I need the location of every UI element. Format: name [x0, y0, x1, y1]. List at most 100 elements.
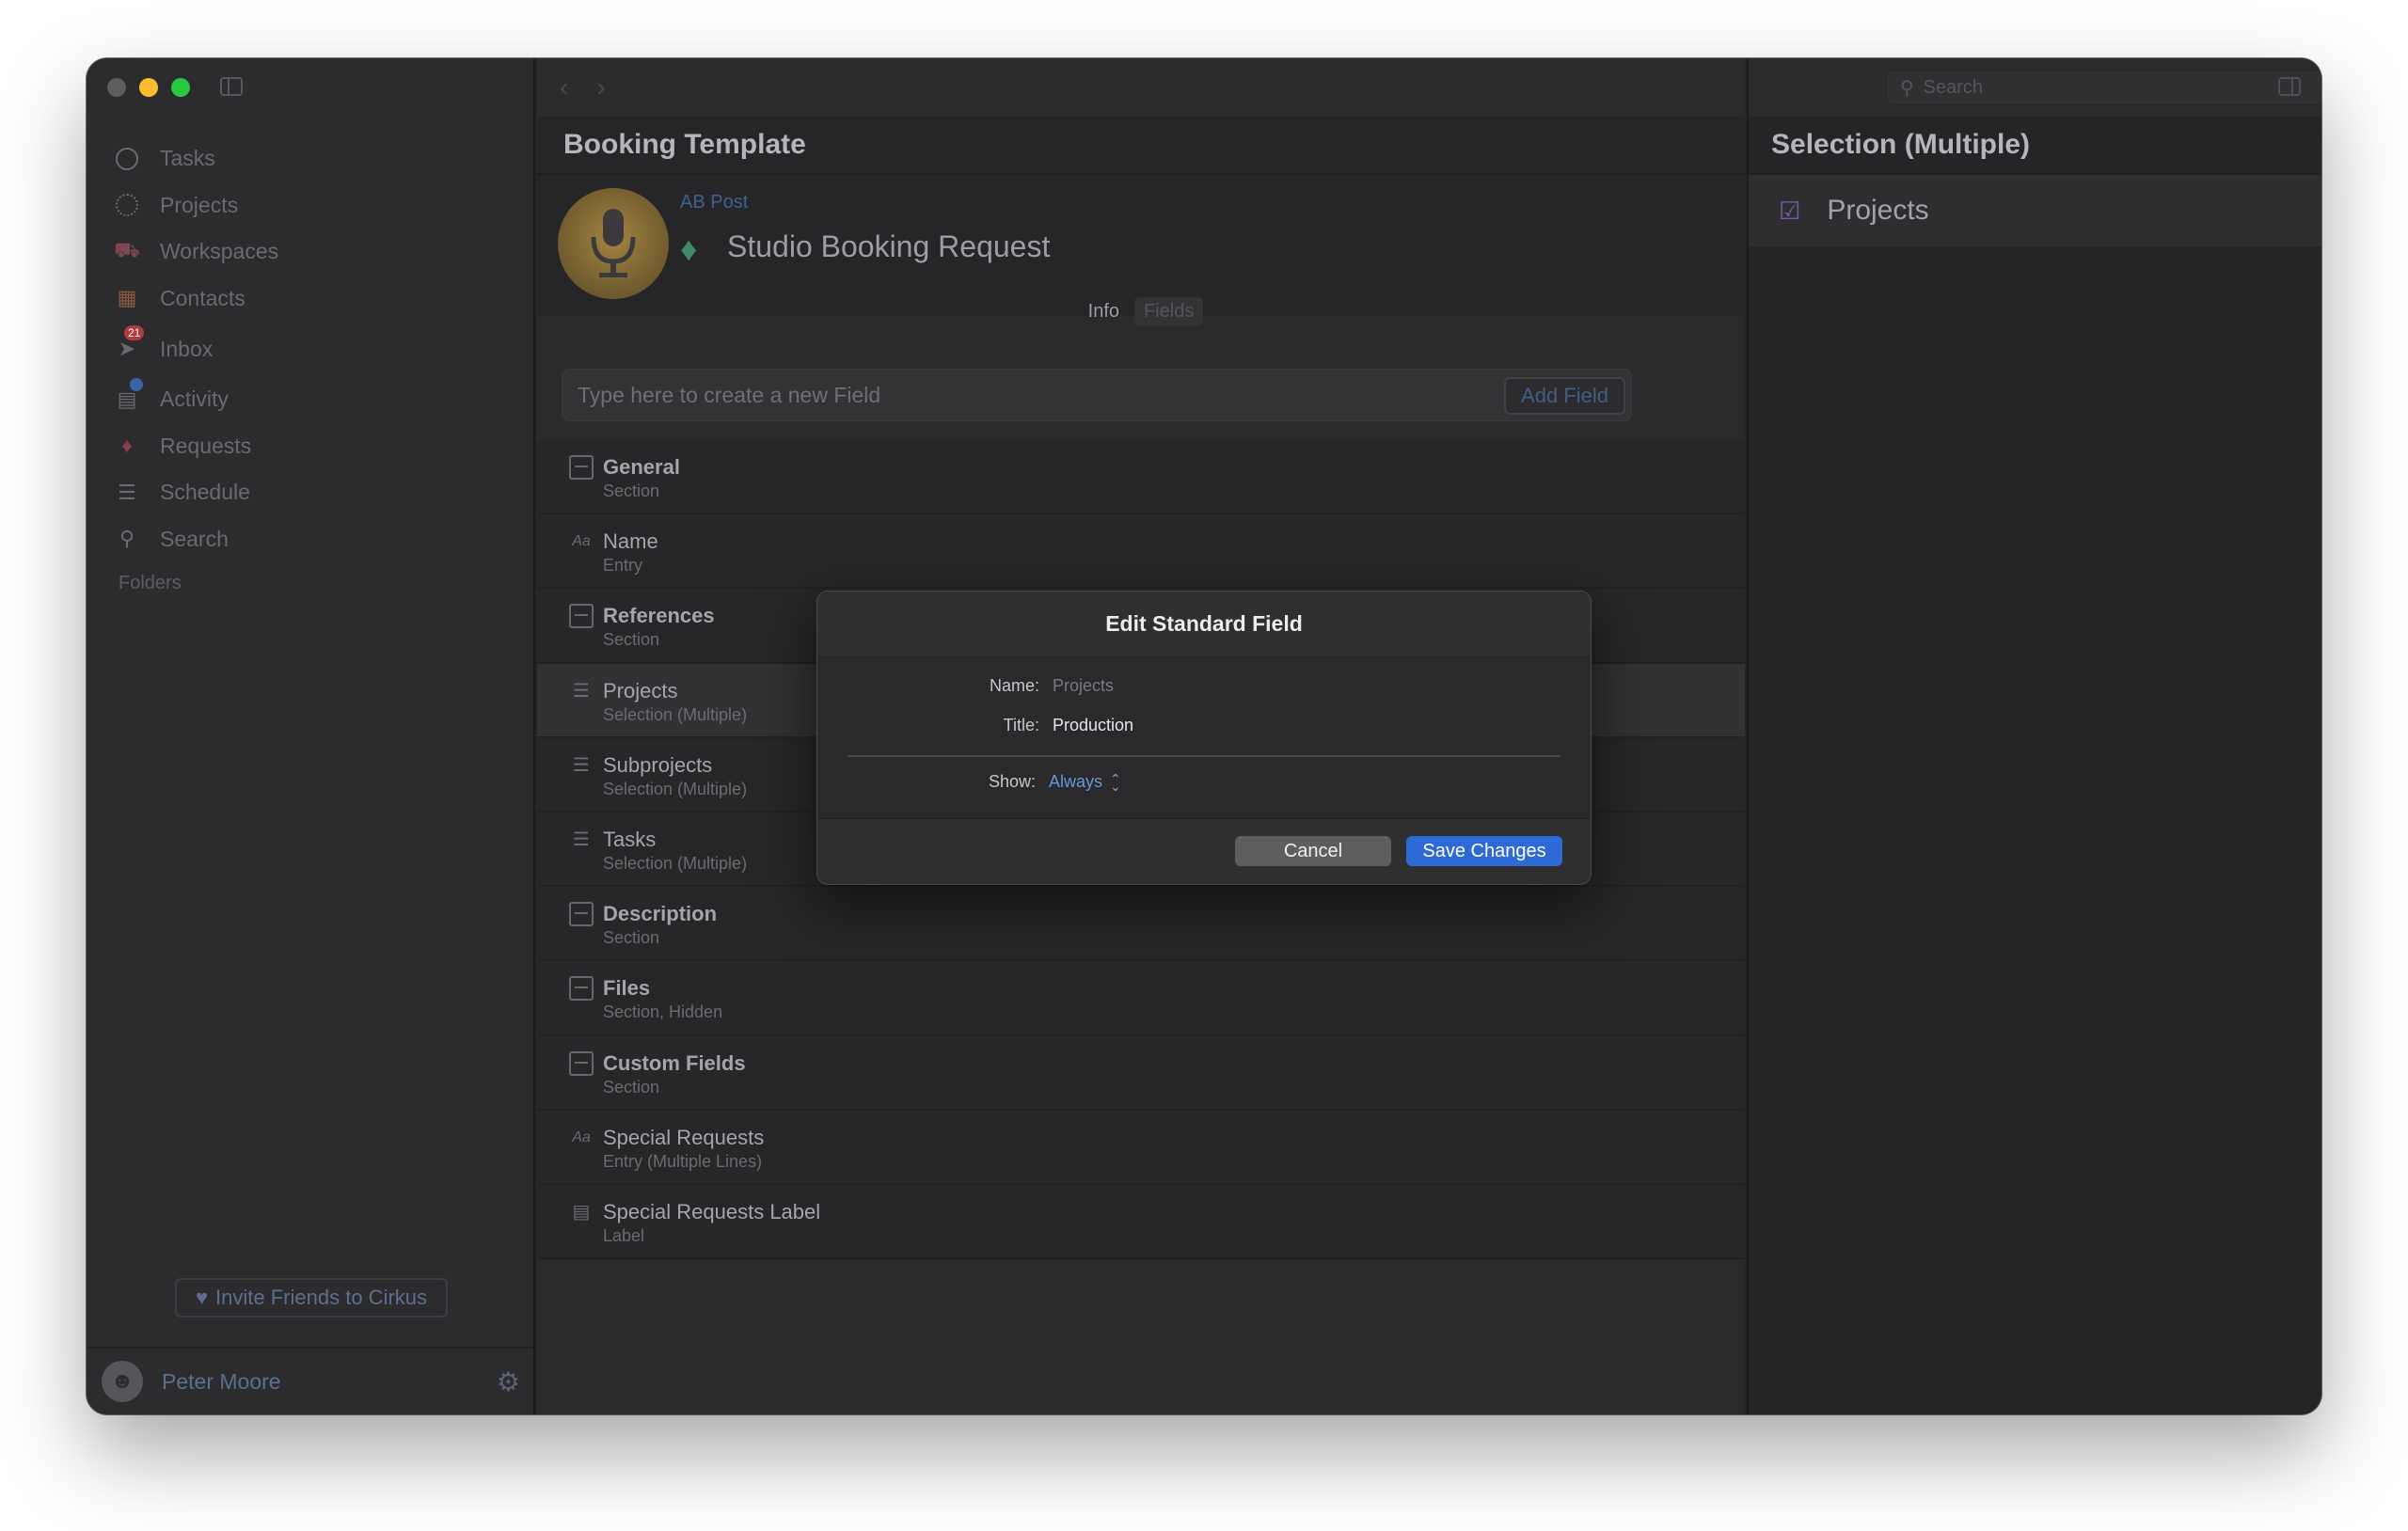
field-name: Special Requests Label — [603, 1199, 821, 1223]
field-name: General — [603, 455, 680, 479]
field-name: Files — [603, 976, 651, 1001]
requests-icon: ♦ — [121, 434, 133, 458]
dotted-circle-icon — [115, 193, 139, 217]
inbox-icon: ➤ 21 — [115, 325, 145, 361]
sliders-icon[interactable]: ⚙ — [497, 1366, 520, 1397]
field-type: Selection (Multiple) — [603, 704, 748, 724]
tab-switcher: Info Fields — [537, 297, 1745, 326]
forward-icon[interactable]: › — [596, 72, 605, 103]
new-field-input[interactable] — [562, 370, 1631, 420]
field-type: Section, Hidden — [603, 1002, 723, 1022]
inspector-item-label: Projects — [1827, 195, 1929, 226]
sidebar: Tasks Projects ⛟ Workspaces ▦ Contacts ➤… — [87, 58, 535, 1414]
field-type: Section — [603, 630, 660, 650]
field-row[interactable]: General Section — [537, 440, 1745, 515]
sidebar-item-requests[interactable]: ♦ Requests — [87, 423, 533, 470]
sidebar-item-schedule[interactable]: ☰ Schedule — [87, 469, 533, 516]
sidebar-item-projects[interactable]: Projects — [87, 182, 533, 229]
sidebar-item-label: Activity — [160, 387, 229, 412]
title-input[interactable] — [1053, 716, 1410, 735]
user-name[interactable]: Peter Moore — [162, 1369, 281, 1395]
checklist-icon: ☰ — [573, 755, 590, 777]
section-icon — [569, 1050, 594, 1076]
minimize-window-button[interactable] — [139, 78, 158, 97]
name-value: Projects — [1053, 676, 1115, 695]
new-field-bar: Add Field — [562, 369, 1632, 421]
sidebar-item-label: Schedule — [160, 480, 250, 505]
section-icon — [569, 455, 594, 480]
sidebar-item-label: Tasks — [160, 146, 215, 171]
maximize-window-button[interactable] — [171, 78, 190, 97]
field-row[interactable]: Aa Name Entry — [537, 514, 1745, 590]
checklist-icon: ☰ — [573, 829, 590, 851]
dialog-form: Name: Projects Title: Show: Always ⌃⌄ — [817, 657, 1591, 819]
inbox-badge: 21 — [124, 325, 145, 340]
tab-info[interactable]: Info — [1079, 297, 1129, 326]
inspector-toggle-icon[interactable] — [2278, 77, 2301, 96]
sidebar-item-workspaces[interactable]: ⛟ Workspaces — [87, 229, 533, 276]
search-icon: ⚲ — [1900, 77, 1914, 99]
sidebar-item-tasks[interactable]: Tasks — [87, 135, 533, 182]
invite-label: Invite Friends to Cirkus — [215, 1286, 428, 1309]
field-name: Name — [603, 529, 658, 554]
tab-fields[interactable]: Fields — [1134, 297, 1204, 326]
title-row: Title: — [817, 716, 1410, 735]
text-entry-icon: Aa — [572, 1129, 591, 1145]
field-type: Section — [603, 928, 660, 948]
field-row[interactable]: Description Section — [537, 887, 1745, 962]
sidebar-item-search[interactable]: ⚲ Search — [87, 516, 533, 563]
field-name: Subprojects — [603, 752, 713, 777]
field-type: Section — [603, 481, 660, 500]
text-entry-icon: Aa — [572, 533, 591, 550]
checklist-icon: ☑ — [1779, 196, 1801, 225]
template-header: AB Post ♦ Studio Booking Request Info Fi… — [537, 175, 1745, 326]
requests-icon: ♦ — [680, 229, 698, 268]
search-placeholder: Search — [1923, 76, 1984, 98]
show-popup[interactable]: Always ⌃ ⌄ — [1049, 770, 1121, 794]
toolbar: ‹ › — [537, 58, 1745, 117]
contacts-icon: ▦ — [117, 286, 137, 310]
field-row[interactable]: Custom Fields Section — [537, 1035, 1745, 1111]
field-row[interactable]: Aa Special Requests Entry (Multiple Lines) — [537, 1110, 1745, 1185]
sidebar-nav: Tasks Projects ⛟ Workspaces ▦ Contacts ➤… — [87, 135, 533, 604]
sidebar-item-label: Inbox — [160, 336, 214, 361]
cancel-button[interactable]: Cancel — [1235, 836, 1391, 866]
heart-icon: ♥ — [195, 1286, 209, 1309]
label-icon: ▤ — [572, 1202, 591, 1223]
add-field-button[interactable]: Add Field — [1504, 377, 1625, 415]
sidebar-item-contacts[interactable]: ▦ Contacts — [87, 276, 533, 323]
field-type: Entry (Multiple Lines) — [603, 1151, 763, 1171]
close-window-button[interactable] — [107, 78, 126, 97]
dialog-footer: Cancel Save Changes — [817, 819, 1591, 884]
user-bar: ☻ Peter Moore ⚙ — [87, 1347, 533, 1414]
field-type: Selection (Multiple) — [603, 779, 748, 798]
sidebar-item-label: Requests — [160, 433, 252, 458]
search-field[interactable]: ⚲ Search — [1888, 71, 2321, 103]
field-type: Selection (Multiple) — [603, 853, 748, 873]
save-changes-button[interactable]: Save Changes — [1406, 836, 1562, 866]
sidebar-item-activity[interactable]: ▤ Activity — [87, 376, 533, 423]
sidebar-item-label: Projects — [160, 192, 239, 217]
microphone-avatar-icon — [558, 188, 669, 299]
schedule-icon: ☰ — [118, 480, 136, 504]
field-row[interactable]: ▤ Special Requests Label Label — [537, 1184, 1745, 1260]
field-row[interactable]: Files Section, Hidden — [537, 961, 1745, 1036]
inspector-item-projects[interactable]: ☑ Projects — [1749, 175, 2321, 246]
request-title: Studio Booking Request — [727, 229, 1051, 263]
circle-icon — [115, 147, 139, 171]
sidebar-item-inbox[interactable]: ➤ 21 Inbox — [87, 322, 533, 376]
section-icon — [569, 976, 594, 1002]
edit-field-dialog: Edit Standard Field Name: Projects Title… — [816, 591, 1592, 885]
sidebar-toggle-icon[interactable] — [220, 77, 243, 96]
sidebar-item-label: Contacts — [160, 285, 246, 310]
back-icon[interactable]: ‹ — [560, 72, 568, 103]
title-label: Title: — [1003, 716, 1039, 734]
sidebar-item-label: Workspaces — [160, 239, 279, 264]
show-value: Always — [1049, 772, 1103, 791]
invite-friends-button[interactable]: ♥ Invite Friends to Cirkus — [175, 1278, 448, 1318]
show-row: Show: Always ⌃ ⌄ — [817, 770, 1121, 794]
account-name[interactable]: AB Post — [680, 192, 748, 213]
chevron-updown-icon: ⌃ ⌄ — [1110, 770, 1121, 794]
avatar[interactable]: ☻ — [102, 1361, 143, 1402]
checklist-icon: ☰ — [573, 681, 590, 702]
